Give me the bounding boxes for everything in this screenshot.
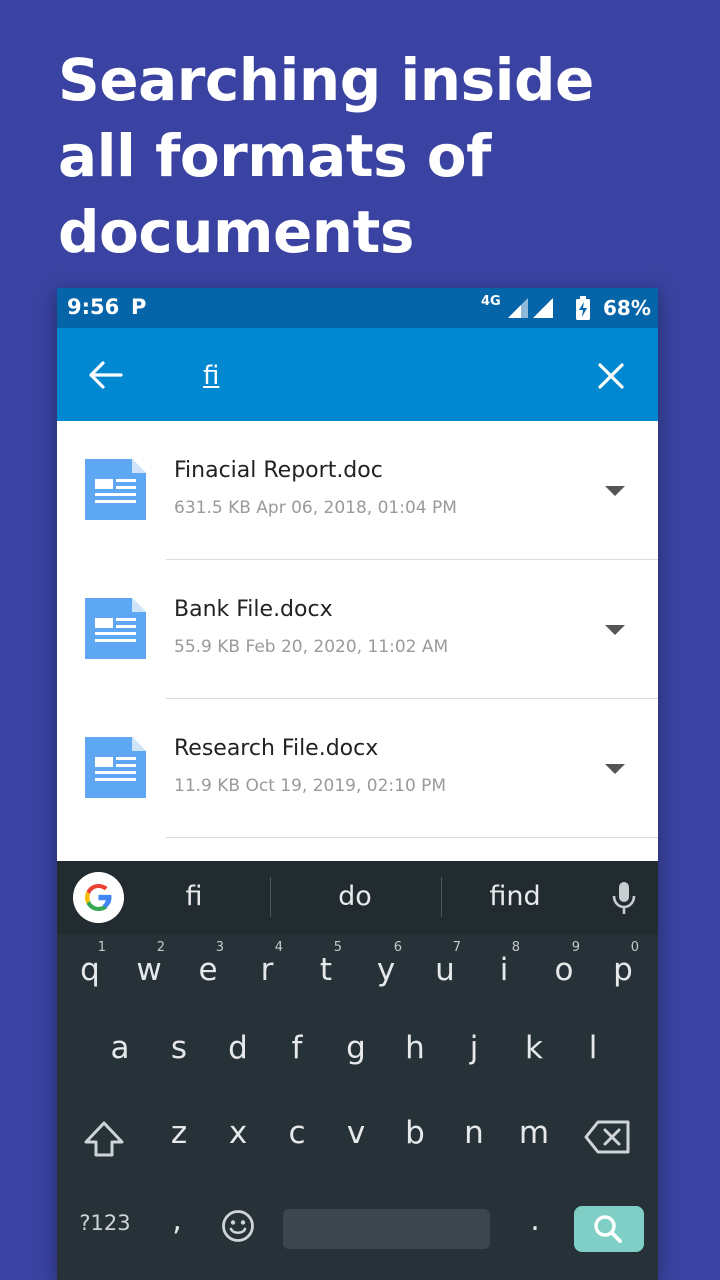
key-label: w <box>136 952 162 988</box>
key-label: y <box>376 952 396 988</box>
phone-screen: 9:56 P 4G 68% fi Finacial Report.doc 631… <box>57 288 658 1280</box>
microphone-icon[interactable] <box>611 880 637 916</box>
key-label: q <box>80 952 100 988</box>
key-label: p <box>613 952 633 988</box>
key-s[interactable]: s <box>149 1013 209 1083</box>
key-k[interactable]: k <box>504 1013 564 1083</box>
status-bar: 9:56 P 4G 68% <box>57 288 658 328</box>
file-meta: 11.9 KB Oct 19, 2019, 02:10 PM <box>174 776 447 796</box>
file-name: Research File.docx <box>174 736 379 761</box>
comma-key[interactable]: , <box>167 1203 187 1238</box>
suggestion[interactable]: do <box>270 881 440 912</box>
dropdown-arrow-icon[interactable] <box>603 762 627 776</box>
file-item[interactable]: Research File.docx 11.9 KB Oct 19, 2019,… <box>57 699 658 838</box>
signal-icon <box>508 298 528 318</box>
period-key[interactable]: . <box>525 1203 545 1238</box>
key-v[interactable]: v <box>326 1098 386 1168</box>
divider <box>166 837 658 838</box>
key-h[interactable]: h <box>385 1013 445 1083</box>
key-label: e <box>198 952 218 988</box>
key-hint: 9 <box>571 940 580 955</box>
key-i[interactable]: i8 <box>474 935 534 1005</box>
file-item[interactable]: Finacial Report.doc 631.5 KB Apr 06, 201… <box>57 421 658 560</box>
key-o[interactable]: o9 <box>534 935 594 1005</box>
key-p[interactable]: p0 <box>593 935 653 1005</box>
key-q[interactable]: q1 <box>60 935 120 1005</box>
battery-percentage: 68% <box>603 296 651 320</box>
key-a[interactable]: a <box>90 1013 150 1083</box>
search-bar <box>57 328 658 421</box>
signal-icon <box>533 298 553 318</box>
key-t[interactable]: t5 <box>296 935 356 1005</box>
key-b[interactable]: b <box>385 1098 445 1168</box>
backspace-icon[interactable] <box>583 1117 633 1157</box>
dropdown-arrow-icon[interactable] <box>603 623 627 637</box>
symbols-key[interactable]: ?123 <box>73 1211 137 1235</box>
key-g[interactable]: g <box>326 1013 386 1083</box>
key-label: r <box>260 952 274 988</box>
key-hint: 5 <box>333 940 342 955</box>
arrow-left-icon[interactable] <box>85 358 125 392</box>
keyboard: fi do find q1 w2 e3 r4 t5 y6 u7 i8 o9 p0… <box>57 861 658 1280</box>
parking-app-icon: P <box>131 295 147 319</box>
key-w[interactable]: w2 <box>119 935 179 1005</box>
network-type: 4G <box>481 294 501 309</box>
search-input[interactable] <box>203 356 583 396</box>
close-icon[interactable] <box>596 361 626 391</box>
key-hint: 7 <box>452 940 461 955</box>
file-list: Finacial Report.doc 631.5 KB Apr 06, 201… <box>57 421 658 838</box>
key-c[interactable]: c <box>267 1098 327 1168</box>
file-name: Bank File.docx <box>174 597 333 622</box>
document-icon <box>85 598 146 659</box>
document-icon <box>85 459 146 520</box>
status-time: 9:56 <box>67 295 120 319</box>
emoji-icon[interactable] <box>221 1209 255 1243</box>
key-hint: 1 <box>97 940 106 955</box>
key-label: u <box>435 952 455 988</box>
search-key[interactable] <box>574 1206 644 1252</box>
file-meta: 631.5 KB Apr 06, 2018, 01:04 PM <box>174 498 457 518</box>
space-key[interactable] <box>283 1209 490 1249</box>
key-hint: 0 <box>630 940 639 955</box>
key-hint: 6 <box>393 940 402 955</box>
key-n[interactable]: n <box>444 1098 504 1168</box>
key-hint: 2 <box>156 940 165 955</box>
file-meta: 55.9 KB Feb 20, 2020, 11:02 AM <box>174 637 449 657</box>
suggestion-strip: fi do find <box>57 861 658 934</box>
key-label: i <box>499 952 509 988</box>
key-label: t <box>319 952 333 988</box>
headline: Searching inside all formats of document… <box>58 46 594 266</box>
key-u[interactable]: u7 <box>415 935 475 1005</box>
dropdown-arrow-icon[interactable] <box>603 484 627 498</box>
document-icon <box>85 737 146 798</box>
battery-charging-icon <box>576 296 590 320</box>
key-m[interactable]: m <box>504 1098 564 1168</box>
search-icon <box>594 1215 622 1243</box>
shift-icon[interactable] <box>79 1115 129 1165</box>
key-hint: 8 <box>511 940 520 955</box>
suggestion[interactable]: fi <box>109 881 279 912</box>
key-e[interactable]: e3 <box>178 935 238 1005</box>
key-hint: 3 <box>215 940 224 955</box>
key-f[interactable]: f <box>267 1013 327 1083</box>
key-z[interactable]: z <box>149 1098 209 1168</box>
file-name: Finacial Report.doc <box>174 458 383 483</box>
suggestion[interactable]: find <box>430 881 600 912</box>
file-item[interactable]: Bank File.docx 55.9 KB Feb 20, 2020, 11:… <box>57 560 658 699</box>
key-x[interactable]: x <box>208 1098 268 1168</box>
key-d[interactable]: d <box>208 1013 268 1083</box>
key-label: o <box>554 952 574 988</box>
key-j[interactable]: j <box>444 1013 504 1083</box>
key-y[interactable]: y6 <box>356 935 416 1005</box>
key-hint: 4 <box>274 940 283 955</box>
key-l[interactable]: l <box>563 1013 623 1083</box>
key-r[interactable]: r4 <box>237 935 297 1005</box>
